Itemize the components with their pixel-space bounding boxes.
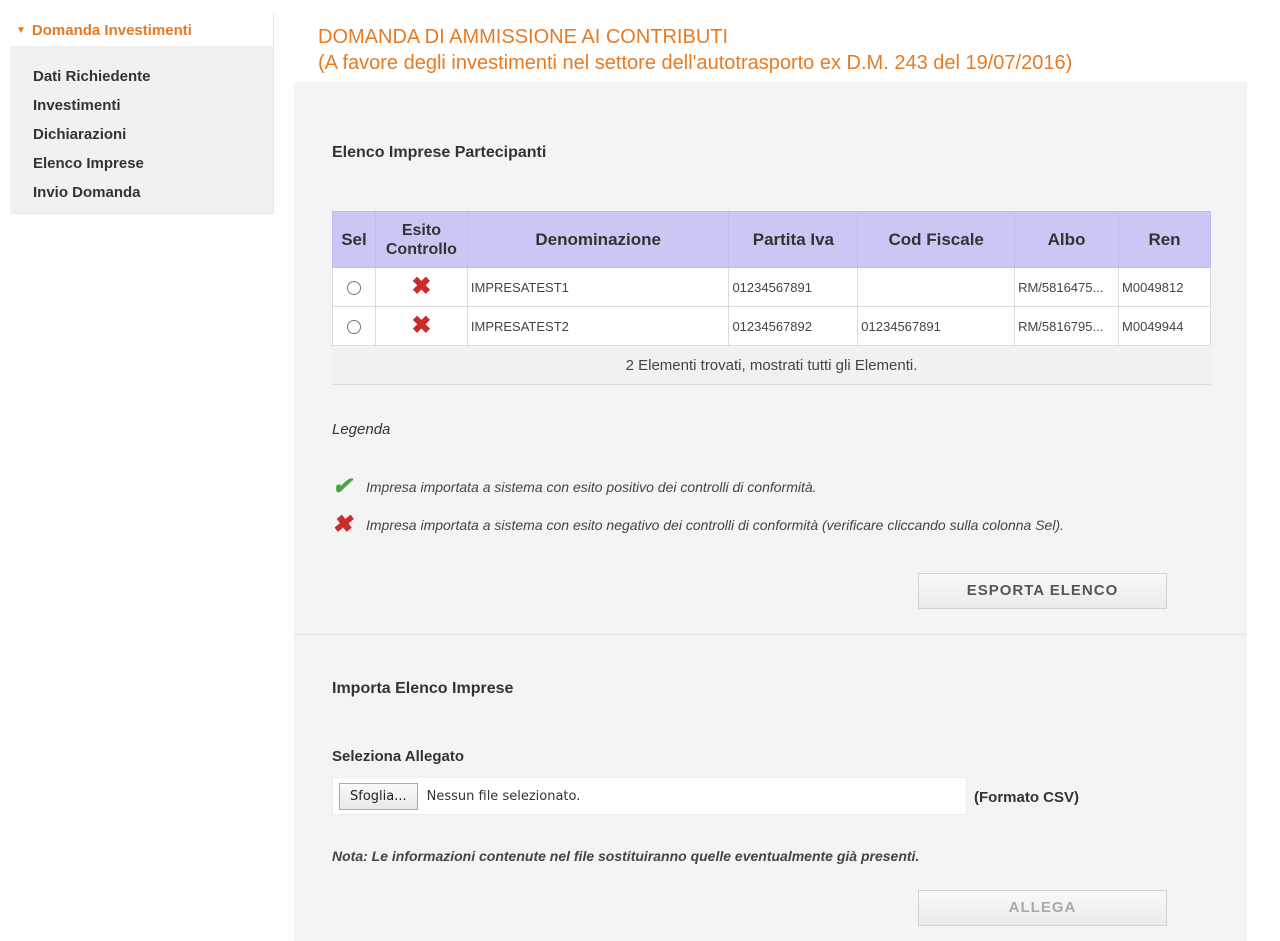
table-footer: 2 Elementi trovati, mostrati tutti gli E…	[332, 347, 1211, 385]
albo-cell: RM/5816795...	[1014, 306, 1120, 346]
albo-cell: RM/5816475...	[1014, 267, 1120, 307]
sidebar-item-elenco-imprese[interactable]: Elenco Imprese	[33, 149, 273, 178]
caret-down-icon: ▼	[16, 24, 26, 36]
table-row: ✖ IMPRESATEST1 01234567891 RM/5816475...…	[332, 267, 1211, 307]
allega-button[interactable]: ALLEGA	[918, 890, 1167, 926]
elenco-section-title: Elenco Imprese Partecipanti	[332, 144, 547, 161]
partita-iva-cell: 01234567892	[728, 306, 859, 346]
esporta-elenco-button[interactable]: ESPORTA ELENCO	[918, 573, 1167, 609]
row-select-cell	[332, 306, 376, 346]
legend-negative-text: Impresa importata a sistema con esito ne…	[366, 517, 1064, 533]
seleziona-allegato-label: Seleziona Allegato	[332, 748, 464, 765]
column-header-partita-iva[interactable]: Partita Iva	[728, 211, 859, 268]
sidebar-item-invio-domanda[interactable]: Invio Domanda	[33, 178, 273, 207]
row-select-cell	[332, 267, 376, 307]
import-section-title: Importa Elenco Imprese	[332, 680, 514, 697]
page: ▼ Domanda Investimenti Dati Richiedente …	[0, 0, 1280, 941]
column-header-cod-fiscale[interactable]: Cod Fiscale	[857, 211, 1016, 268]
main-content: DOMANDA DI AMMISSIONE AI CONTRIBUTI (A f…	[294, 14, 1247, 941]
sidebar-title: Domanda Investimenti	[31, 21, 192, 39]
page-header: DOMANDA DI AMMISSIONE AI CONTRIBUTI (A f…	[294, 14, 1247, 82]
format-hint: (Formato CSV)	[974, 789, 1079, 806]
sidebar-list: Dati Richiedente Investimenti Dichiarazi…	[10, 46, 273, 207]
sidebar-header[interactable]: ▼ Domanda Investimenti	[10, 14, 273, 46]
sidebar-item-dichiarazioni[interactable]: Dichiarazioni	[33, 120, 273, 149]
column-header-sel: Sel	[332, 211, 376, 268]
file-status-text: Nessun file selezionato.	[426, 788, 581, 804]
page-title: DOMANDA DI AMMISSIONE AI CONTRIBUTI	[318, 26, 729, 48]
red-x-icon: ✖	[411, 312, 432, 339]
sidebar: ▼ Domanda Investimenti Dati Richiedente …	[10, 14, 274, 214]
browse-button[interactable]: Sfoglia...	[339, 782, 418, 810]
esito-cell: ✖	[374, 267, 468, 307]
column-header-denominazione[interactable]: Denominazione	[466, 211, 730, 268]
file-input[interactable]: Sfoglia... Nessun file selezionato.	[332, 777, 967, 815]
page-subtitle: (A favore degli investimenti nel settore…	[318, 52, 1073, 74]
sidebar-item-dati-richiedente[interactable]: Dati Richiedente	[33, 62, 273, 91]
column-header-esito: Esito Controllo	[374, 211, 468, 268]
row-select-radio[interactable]	[346, 319, 361, 334]
ren-cell: M0049944	[1118, 306, 1211, 346]
esito-cell: ✖	[374, 306, 468, 346]
red-x-icon: ✖	[332, 511, 353, 538]
partita-iva-cell: 01234567891	[728, 267, 859, 307]
column-header-ren[interactable]: Ren	[1118, 211, 1211, 268]
ren-cell: M0049812	[1118, 267, 1211, 307]
legenda-title: Legenda	[332, 421, 391, 438]
column-header-esito-line1: Esito	[401, 221, 441, 239]
table-header-row: Sel Esito Controllo Denominazione Partit…	[332, 211, 1211, 268]
column-header-albo[interactable]: Albo	[1014, 211, 1120, 268]
import-note: Nota: Le informazioni contenute nel file…	[332, 848, 920, 864]
denominazione-cell: IMPRESATEST2	[466, 306, 730, 346]
legend-negative: ✖ Impresa importata a sistema con esito …	[332, 513, 1064, 537]
section-divider	[294, 634, 1247, 635]
legend-positive-text: Impresa importata a sistema con esito po…	[366, 479, 817, 495]
imprese-table: Sel Esito Controllo Denominazione Partit…	[332, 211, 1211, 346]
legend-positive: ✔ Impresa importata a sistema con esito …	[332, 475, 817, 499]
sidebar-item-investimenti[interactable]: Investimenti	[33, 91, 273, 120]
cod-fiscale-cell: 01234567891	[857, 306, 1016, 346]
row-select-radio[interactable]	[346, 280, 361, 295]
column-header-esito-line2: Controllo	[385, 240, 457, 258]
cod-fiscale-cell	[857, 267, 1016, 307]
table-row: ✖ IMPRESATEST2 01234567892 01234567891 R…	[332, 306, 1211, 346]
green-check-icon: ✔	[332, 473, 353, 500]
denominazione-cell: IMPRESATEST1	[466, 267, 730, 307]
red-x-icon: ✖	[411, 273, 432, 300]
